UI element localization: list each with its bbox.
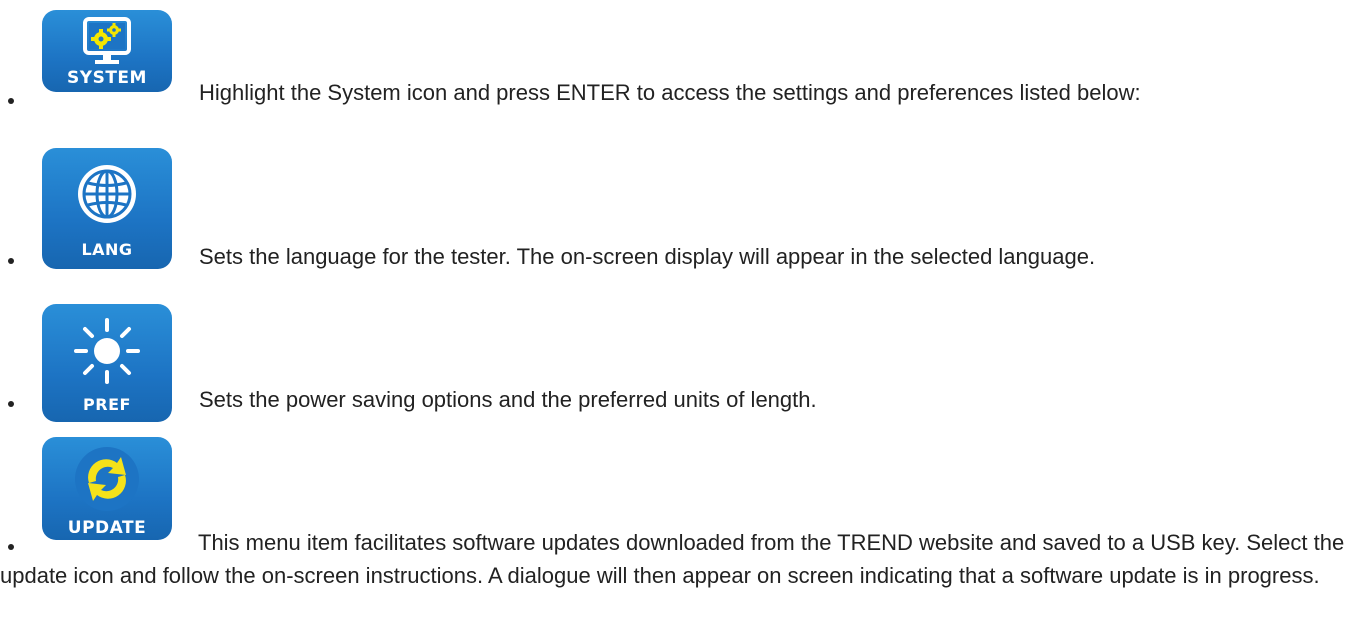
update-description: This menu item facilitates software upda…: [0, 530, 1345, 588]
list-item-lang: LANG Sets the language for the tester. T…: [0, 112, 1359, 282]
system-icon-label: SYSTEM: [67, 68, 147, 88]
bullet: [8, 258, 14, 264]
lang-icon-label: LANG: [81, 240, 133, 259]
pref-icon-tile: PREF: [42, 304, 172, 422]
system-description: Highlight the System icon and press ENTE…: [199, 80, 1141, 105]
lang-icon-tile: LANG: [42, 148, 172, 269]
pref-icon-label: PREF: [83, 395, 131, 414]
system-monitor-gears-icon: [77, 16, 137, 73]
system-icon-tile: SYSTEM: [42, 10, 172, 92]
lang-description: Sets the language for the tester. The on…: [199, 244, 1096, 269]
list-item-update: UPDATE This menu item facilitates softwa…: [0, 427, 1359, 643]
globe-icon: [75, 162, 139, 231]
list-item-system: SYSTEM Highlight the System icon and pre…: [0, 0, 1359, 112]
bullet: [8, 401, 14, 407]
sun-icon: [72, 316, 142, 391]
list-item-pref: PREF Sets the power saving options and t…: [0, 282, 1359, 427]
update-icon-tile: UPDATE: [42, 437, 172, 540]
refresh-arrows-icon: [71, 443, 143, 520]
bullet: [8, 98, 14, 104]
pref-description: Sets the power saving options and the pr…: [199, 387, 817, 412]
